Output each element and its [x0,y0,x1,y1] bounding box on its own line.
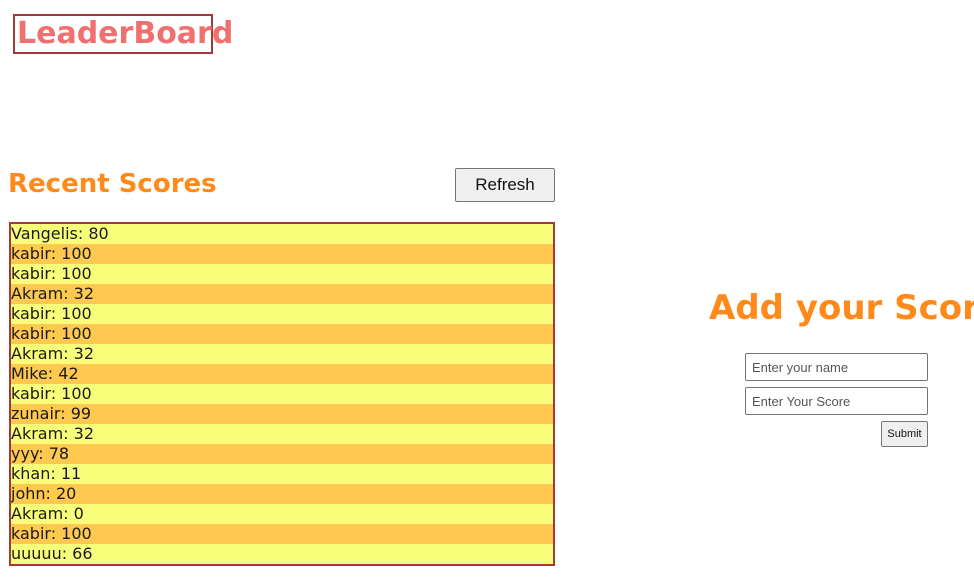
submit-button[interactable]: Submit [881,421,928,447]
score-list-item: kabir: 100 [11,244,553,264]
add-score-heading: Add your Score [709,288,974,328]
scores-list: Vangelis: 80 kabir: 100 kabir: 100 Akram: 3… [9,222,555,566]
score-input[interactable] [745,387,928,415]
score-list-item: Vangelis: 80 [11,224,553,244]
score-list-item: Akram: 32 [11,424,553,444]
score-list-item: uuuuu: 66 [11,544,553,564]
score-list-item: kabir: 100 [11,304,553,324]
app-title: LeaderBoard [13,14,233,54]
score-list-item: Akram: 0 [11,504,553,524]
score-list-item: kabir: 100 [11,324,553,344]
score-list-item: Mike: 42 [11,364,553,384]
score-list-item: john: 20 [11,484,553,504]
refresh-button[interactable]: Refresh [455,168,555,202]
score-list-item: kabir: 100 [11,524,553,544]
recent-scores-heading: Recent Scores [8,169,217,199]
score-list-item: Akram: 32 [11,284,553,304]
name-input[interactable] [745,353,928,381]
score-list-item: kabir: 100 [11,264,553,284]
score-list-item: kabir: 100 [11,384,553,404]
score-list-item: Akram: 32 [11,344,553,364]
score-list-item: khan: 11 [11,464,553,484]
score-list-item: yyy: 78 [11,444,553,464]
score-list-item: zunair: 99 [11,404,553,424]
